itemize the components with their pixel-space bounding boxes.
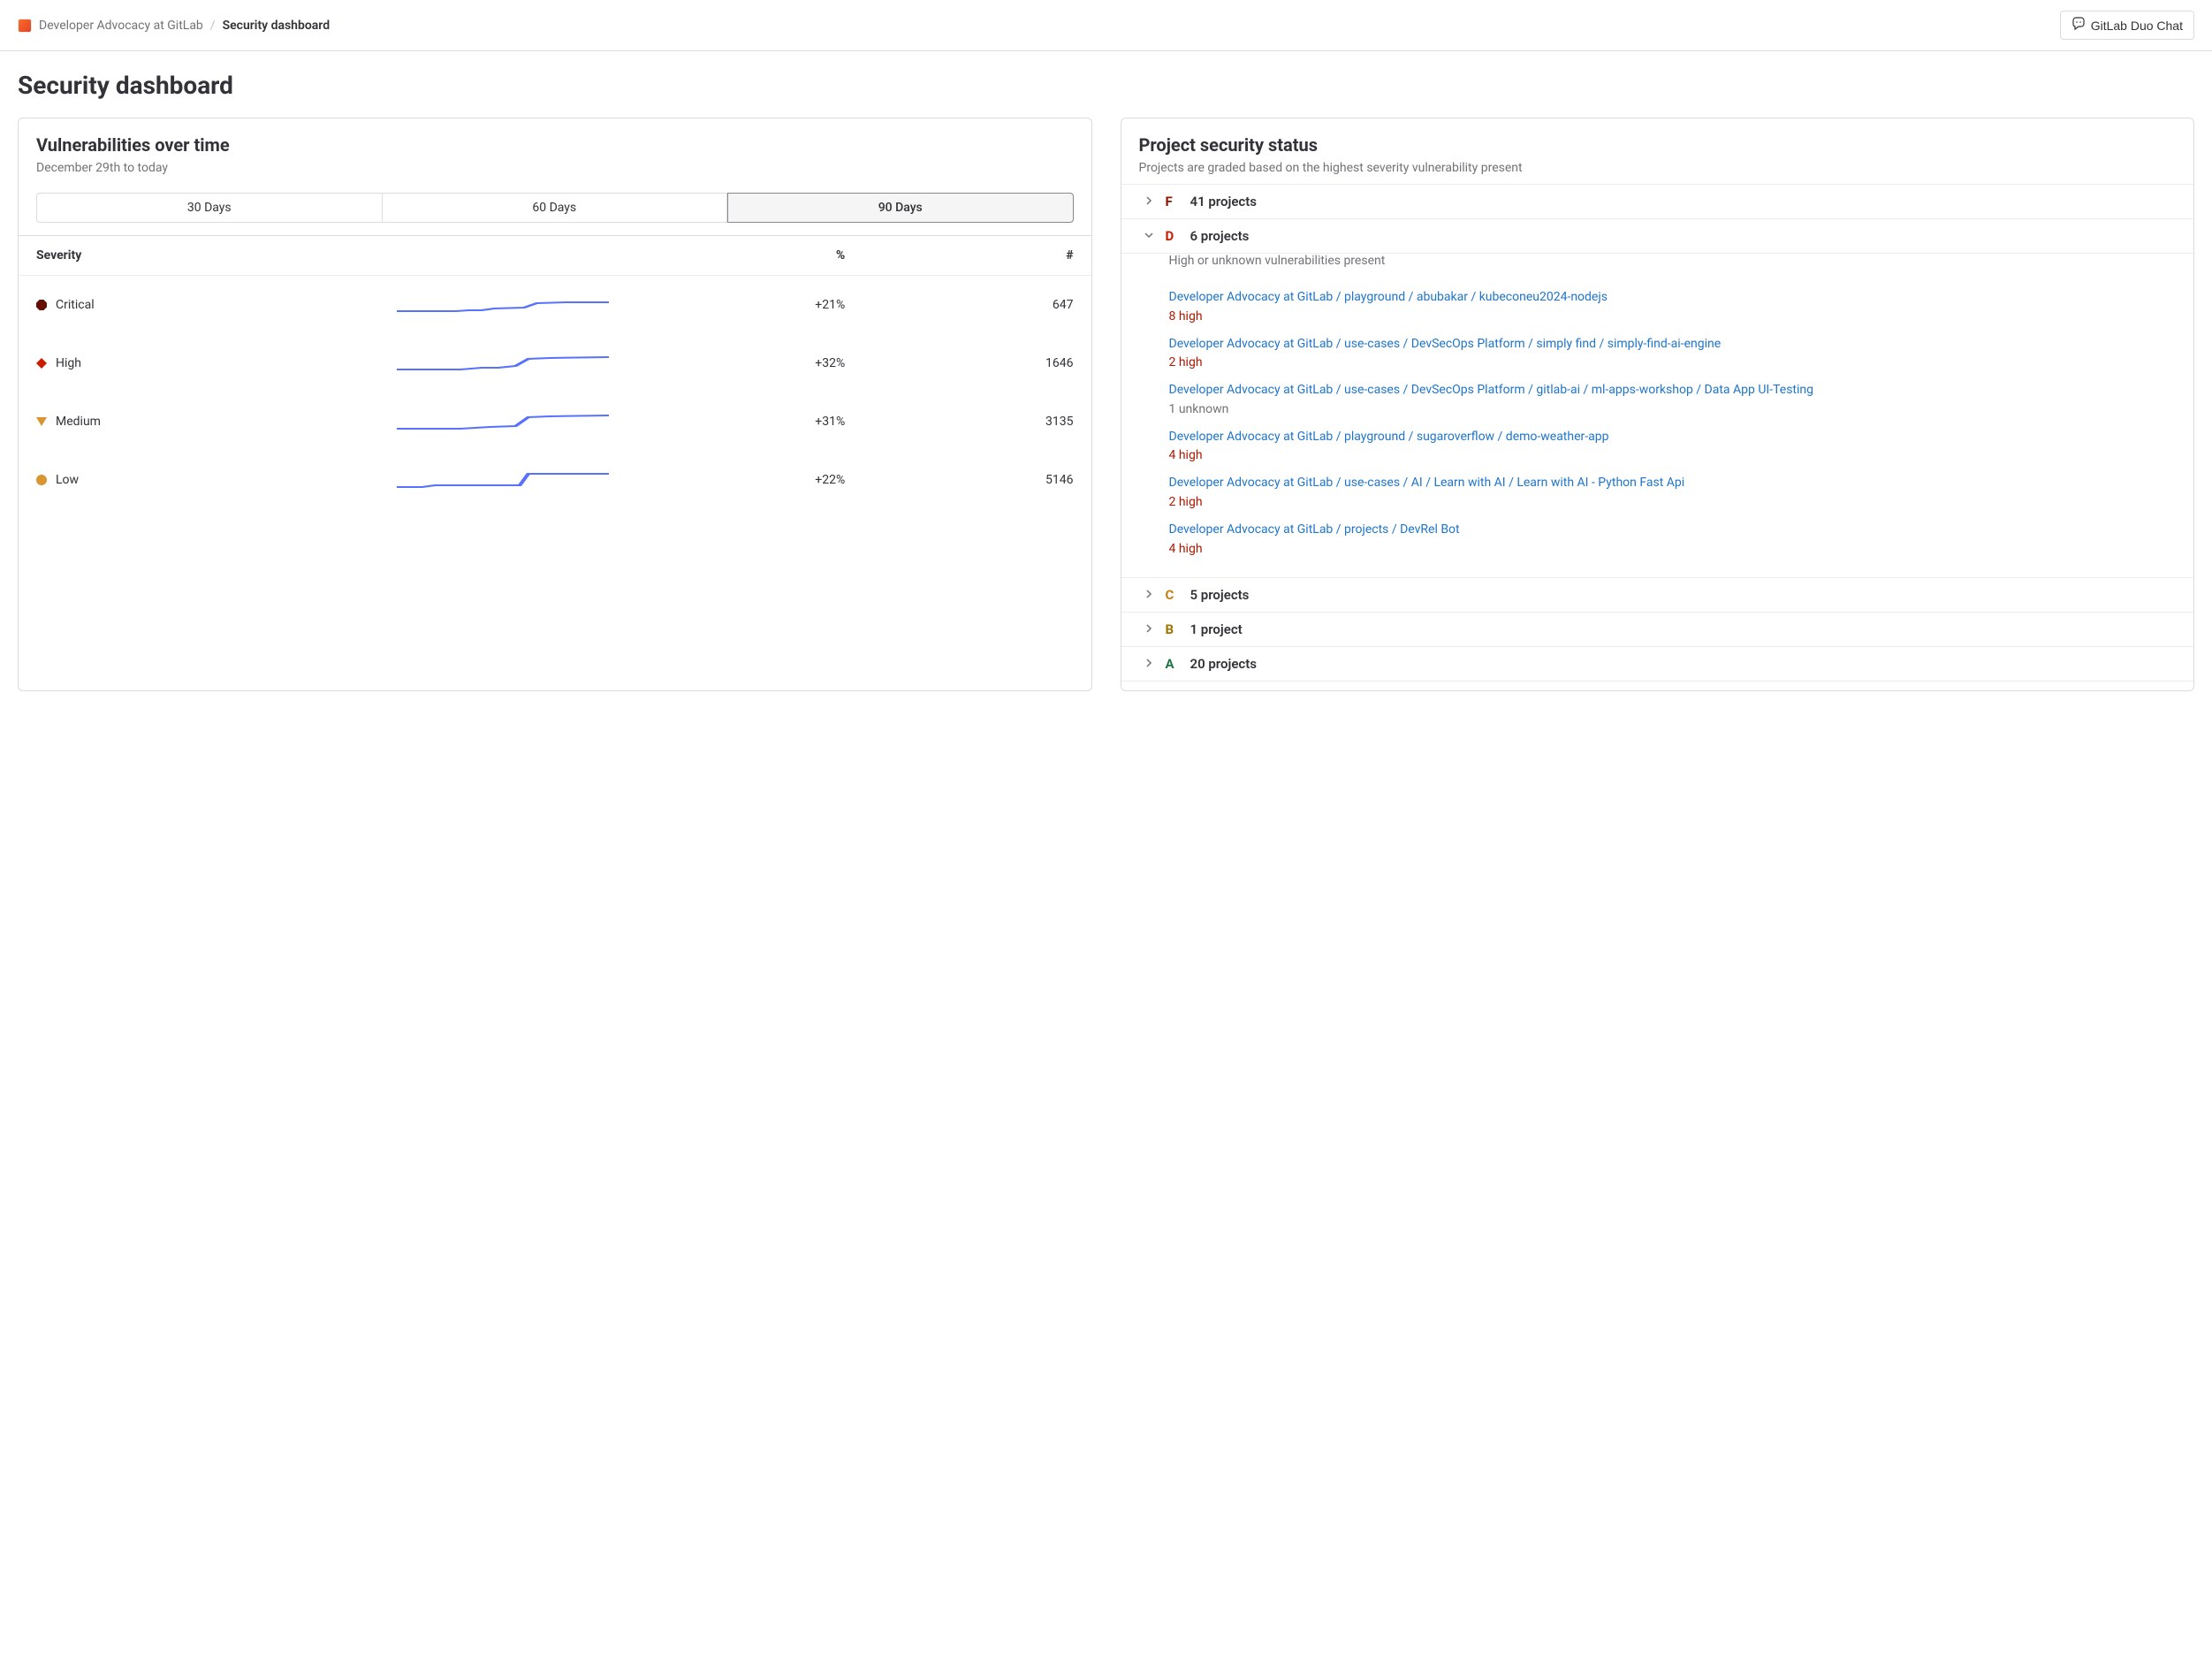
project-link[interactable]: Developer Advocacy at GitLab / projects … — [1169, 522, 1460, 537]
sparkline-high — [397, 350, 609, 377]
sparkline-medium — [397, 408, 609, 435]
severity-label: Critical — [56, 298, 95, 312]
severity-label: Medium — [56, 415, 101, 429]
project-status: 4 high — [1169, 448, 2173, 462]
sparkline-critical — [397, 292, 609, 318]
project-link[interactable]: Developer Advocacy at GitLab / playgroun… — [1169, 290, 1608, 304]
severity-count: 5146 — [863, 451, 1091, 509]
chevron-right-icon — [1143, 194, 1155, 209]
severity-icon-critical — [36, 300, 47, 310]
tab-60-days[interactable]: 60 Days — [383, 193, 728, 223]
vuln-card-title: Vulnerabilities over time — [36, 134, 1074, 156]
grade-count: 20 projects — [1190, 656, 1257, 672]
grade-letter: A — [1166, 656, 1180, 672]
chevron-right-icon — [1143, 621, 1155, 637]
project-item: Developer Advocacy at GitLab / playgroun… — [1169, 429, 2173, 463]
project-link[interactable]: Developer Advocacy at GitLab / playgroun… — [1169, 430, 1609, 444]
vulnerabilities-over-time-card: Vulnerabilities over time December 29th … — [18, 118, 1092, 691]
breadcrumb-group-link[interactable]: Developer Advocacy at GitLab — [39, 19, 203, 33]
grade-description: High or unknown vulnerabilities present — [1121, 254, 2194, 268]
grade-row-D[interactable]: D 6 projects — [1121, 219, 2194, 254]
severity-pct: +21% — [627, 276, 863, 335]
severity-pct: +31% — [627, 392, 863, 451]
project-item: Developer Advocacy at GitLab / use-cases… — [1169, 382, 2173, 416]
grade-projects-list: Developer Advocacy at GitLab / playgroun… — [1121, 277, 2194, 578]
status-card-subtitle: Projects are graded based on the highest… — [1139, 161, 2177, 175]
gitlab-logo-icon — [18, 19, 32, 33]
sparkline-low — [397, 467, 609, 493]
project-item: Developer Advocacy at GitLab / playgroun… — [1169, 289, 2173, 324]
duo-chat-label: GitLab Duo Chat — [2091, 19, 2183, 33]
project-status: 8 high — [1169, 309, 2173, 324]
severity-pct: +22% — [627, 451, 863, 509]
grade-row-B[interactable]: B 1 project — [1121, 613, 2194, 647]
grade-letter: B — [1166, 621, 1180, 637]
project-item: Developer Advocacy at GitLab / use-cases… — [1169, 475, 2173, 509]
severity-label: High — [56, 356, 81, 370]
severity-count: 1646 — [863, 334, 1091, 392]
time-range-tabs: 30 Days 60 Days 90 Days — [19, 184, 1091, 223]
severity-row-medium: Medium +31%3135 — [19, 392, 1091, 451]
project-status: 2 high — [1169, 495, 2173, 509]
project-link[interactable]: Developer Advocacy at GitLab / use-cases… — [1169, 476, 1685, 490]
grade-count: 5 projects — [1190, 587, 1250, 603]
chevron-down-icon — [1143, 228, 1155, 244]
col-percent: % — [627, 236, 863, 276]
grade-count: 41 projects — [1190, 194, 1257, 209]
breadcrumb-current: Security dashboard — [223, 19, 331, 33]
severity-row-low: Low +22%5146 — [19, 451, 1091, 509]
grade-count: 1 project — [1190, 621, 1243, 637]
gitlab-duo-chat-button[interactable]: GitLab Duo Chat — [2060, 11, 2194, 40]
severity-count: 647 — [863, 276, 1091, 335]
project-link[interactable]: Developer Advocacy at GitLab / use-cases… — [1169, 337, 1722, 351]
project-item: Developer Advocacy at GitLab / use-cases… — [1169, 336, 2173, 370]
grade-count: 6 projects — [1190, 228, 1250, 244]
tab-30-days[interactable]: 30 Days — [36, 193, 383, 223]
breadcrumb-separator: / — [210, 19, 216, 33]
top-bar: Developer Advocacy at GitLab / Security … — [0, 0, 2212, 51]
project-link[interactable]: Developer Advocacy at GitLab / use-cases… — [1169, 383, 1814, 397]
project-status: 4 high — [1169, 542, 2173, 556]
project-status: 2 high — [1169, 355, 2173, 369]
grade-letter: F — [1166, 194, 1180, 209]
duo-chat-icon — [2071, 17, 2086, 34]
col-count: # — [863, 236, 1091, 276]
chevron-right-icon — [1143, 656, 1155, 672]
severity-icon-high — [36, 358, 47, 369]
severity-table: Severity % # Critical +21%647 High +32%1646… — [19, 235, 1091, 509]
grade-row-A[interactable]: A 20 projects — [1121, 647, 2194, 682]
severity-icon-medium — [36, 417, 47, 426]
grade-letter: D — [1166, 228, 1180, 244]
project-security-status-card: Project security status Projects are gra… — [1121, 118, 2195, 691]
project-item: Developer Advocacy at GitLab / projects … — [1169, 522, 2173, 556]
tab-90-days[interactable]: 90 Days — [727, 193, 1074, 223]
severity-count: 3135 — [863, 392, 1091, 451]
severity-label: Low — [56, 473, 79, 487]
page-title: Security dashboard — [0, 51, 2212, 109]
breadcrumb: Developer Advocacy at GitLab / Security … — [18, 19, 330, 33]
grade-list: F 41 projects D 6 projects High or unknown v… — [1121, 184, 2194, 690]
grade-row-C[interactable]: C 5 projects — [1121, 578, 2194, 613]
severity-row-critical: Critical +21%647 — [19, 276, 1091, 335]
project-status: 1 unknown — [1169, 402, 2173, 416]
col-severity: Severity — [19, 236, 379, 276]
vuln-card-subtitle: December 29th to today — [36, 161, 1074, 175]
status-card-title: Project security status — [1139, 134, 2177, 156]
grade-letter: C — [1166, 587, 1180, 603]
severity-icon-low — [36, 475, 47, 485]
severity-row-high: High +32%1646 — [19, 334, 1091, 392]
chevron-right-icon — [1143, 587, 1155, 603]
grade-row-F[interactable]: F 41 projects — [1121, 184, 2194, 219]
severity-pct: +32% — [627, 334, 863, 392]
